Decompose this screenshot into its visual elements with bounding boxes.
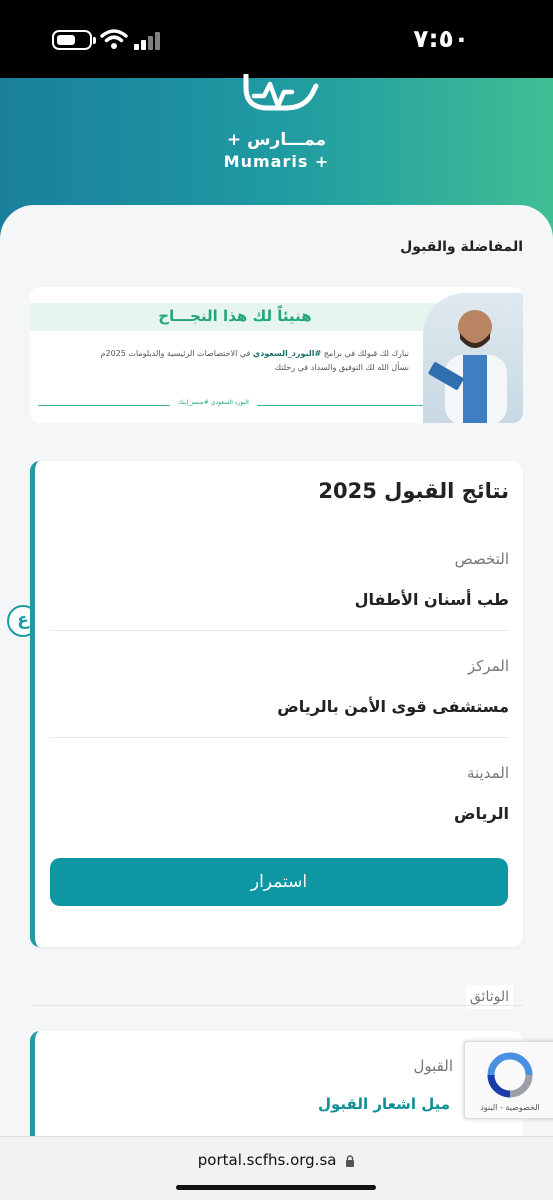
congrats-banner: هنيئاً لك هذا النجـــاح نبارك لك قبولك ف… bbox=[30, 287, 523, 423]
banner-headline: هنيئاً لك هذا النجـــاح bbox=[158, 307, 312, 325]
url-value: portal.scfhs.org.sa bbox=[197, 1151, 337, 1169]
browser-url-bar[interactable]: portal.scfhs.org.sa bbox=[0, 1136, 553, 1200]
document-label: القبول bbox=[413, 1057, 454, 1075]
banner-text-part: في الاختصاصات الرئيسية والدبلومات 2025م bbox=[100, 349, 253, 358]
banner-message: نبارك لك قبولك في برامج #البورد_السعودي … bbox=[39, 347, 409, 375]
center-value: مستشفى قوى الأمن بالرياض bbox=[277, 697, 509, 716]
city-label: المدينة bbox=[466, 764, 509, 782]
clock: ٧:٥٠ bbox=[413, 24, 469, 53]
battery-icon bbox=[52, 30, 96, 50]
specialty-value: طب أسنان الأطفال bbox=[354, 590, 509, 609]
content-sheet: المفاضلة والقبول هنيئاً لك هذا النجـــاح… bbox=[0, 205, 553, 1151]
document-card: القبول ميل اشعار القبول bbox=[30, 1031, 523, 1151]
brand-name-arabic: ممـــارس + bbox=[226, 130, 327, 150]
home-indicator[interactable] bbox=[176, 1185, 376, 1190]
doctor-illustration bbox=[428, 310, 507, 423]
specialty-label: التخصص bbox=[454, 550, 509, 568]
wifi-icon bbox=[100, 29, 128, 49]
banner-text-line2: نسأل الله لك التوفيق والسداد في رحلتك bbox=[274, 363, 409, 372]
banner-footer: البورد السعودي #صمم_إبنك bbox=[170, 399, 257, 406]
banner-hashtag: #البورد_السعودي bbox=[252, 349, 322, 358]
url-text[interactable]: portal.scfhs.org.sa bbox=[0, 1151, 553, 1169]
field-divider bbox=[50, 737, 508, 738]
results-title: نتائج القبول 2025 bbox=[318, 479, 509, 503]
recaptcha-terms[interactable]: الخصوصية - البنود bbox=[465, 1103, 553, 1112]
continue-button[interactable]: استمرار bbox=[50, 858, 508, 906]
mumaris-logo-icon bbox=[243, 74, 319, 111]
city-value: الرياض bbox=[454, 804, 509, 823]
banner-text-part: نبارك لك قبولك في برامج bbox=[321, 349, 409, 358]
admission-results-card: نتائج القبول 2025 التخصص طب أسنان الأطفا… bbox=[30, 461, 523, 947]
field-divider bbox=[50, 630, 508, 631]
doctor-photo bbox=[423, 293, 523, 423]
page-title: المفاضلة والقبول bbox=[400, 239, 523, 255]
lock-icon bbox=[346, 1154, 355, 1167]
brand-name-english: Mumaris + bbox=[223, 152, 330, 171]
recaptcha-icon bbox=[487, 1052, 533, 1098]
signal-icon bbox=[134, 32, 162, 50]
center-label: المركز bbox=[467, 657, 509, 675]
recaptcha-badge[interactable]: الخصوصية - البنود bbox=[464, 1041, 553, 1119]
documents-divider bbox=[30, 1005, 523, 1006]
status-bar: ٧:٥٠ bbox=[0, 0, 553, 78]
download-acceptance-link[interactable]: ميل اشعار القبول bbox=[318, 1095, 450, 1113]
